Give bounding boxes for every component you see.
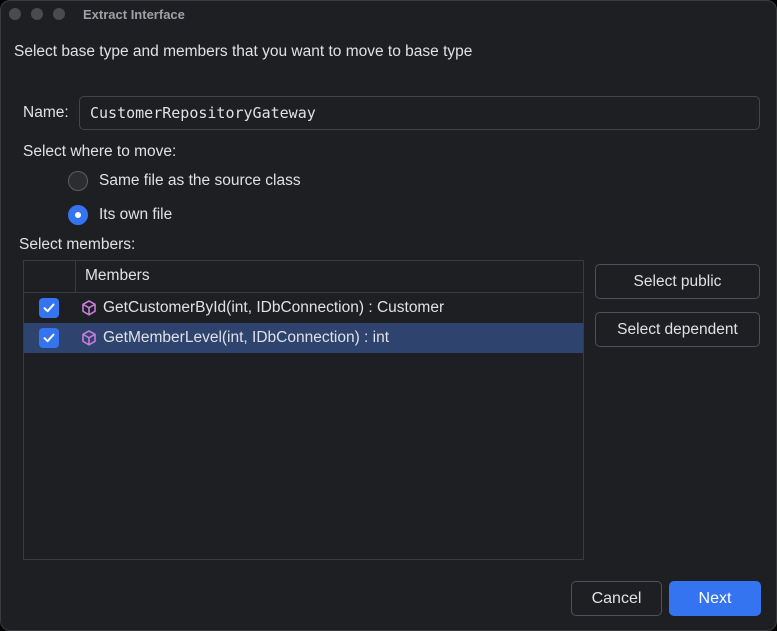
table-row[interactable]: GetMemberLevel(int, IDbConnection) : int xyxy=(24,323,583,353)
radio-same-file-button[interactable] xyxy=(68,171,88,191)
radio-same-file[interactable]: Same file as the source class xyxy=(68,170,301,192)
radio-own-file-label: Its own file xyxy=(99,206,173,223)
select-public-button[interactable]: Select public xyxy=(595,264,760,299)
zoom-window-button[interactable] xyxy=(53,8,65,20)
member-checkbox[interactable] xyxy=(39,298,59,318)
table-row[interactable]: GetCustomerById(int, IDbConnection) : Cu… xyxy=(24,293,583,323)
method-cube-icon xyxy=(82,300,96,316)
next-button[interactable]: Next xyxy=(669,581,761,616)
members-label: Select members: xyxy=(19,236,136,253)
name-input[interactable] xyxy=(79,96,760,130)
radio-same-file-label: Same file as the source class xyxy=(99,172,301,189)
check-icon xyxy=(43,303,55,313)
instruction-text: Select base type and members that you wa… xyxy=(14,43,473,60)
members-column-header[interactable]: Members xyxy=(85,267,150,285)
name-label: Name: xyxy=(23,104,69,121)
method-cube-icon xyxy=(82,330,96,346)
radio-own-file[interactable]: Its own file xyxy=(68,204,172,226)
close-window-button[interactable] xyxy=(9,8,21,20)
cancel-button[interactable]: Cancel xyxy=(571,581,662,616)
check-icon xyxy=(43,333,55,343)
radio-own-file-button[interactable] xyxy=(68,205,88,225)
window-title: Extract Interface xyxy=(83,7,185,22)
member-checkbox[interactable] xyxy=(39,328,59,348)
member-label: GetCustomerById(int, IDbConnection) : Cu… xyxy=(103,299,445,316)
move-location-label: Select where to move: xyxy=(23,143,177,160)
minimize-window-button[interactable] xyxy=(31,8,43,20)
select-dependent-button[interactable]: Select dependent xyxy=(595,312,760,347)
members-table-header: Members xyxy=(24,261,583,293)
extract-interface-dialog: Extract Interface Select base type and m… xyxy=(0,0,777,631)
title-bar: Extract Interface xyxy=(1,1,776,29)
member-label: GetMemberLevel(int, IDbConnection) : int xyxy=(103,329,390,346)
column-divider xyxy=(75,261,76,292)
members-table: Members GetCustomerById(int, IDbConnecti… xyxy=(23,260,584,560)
